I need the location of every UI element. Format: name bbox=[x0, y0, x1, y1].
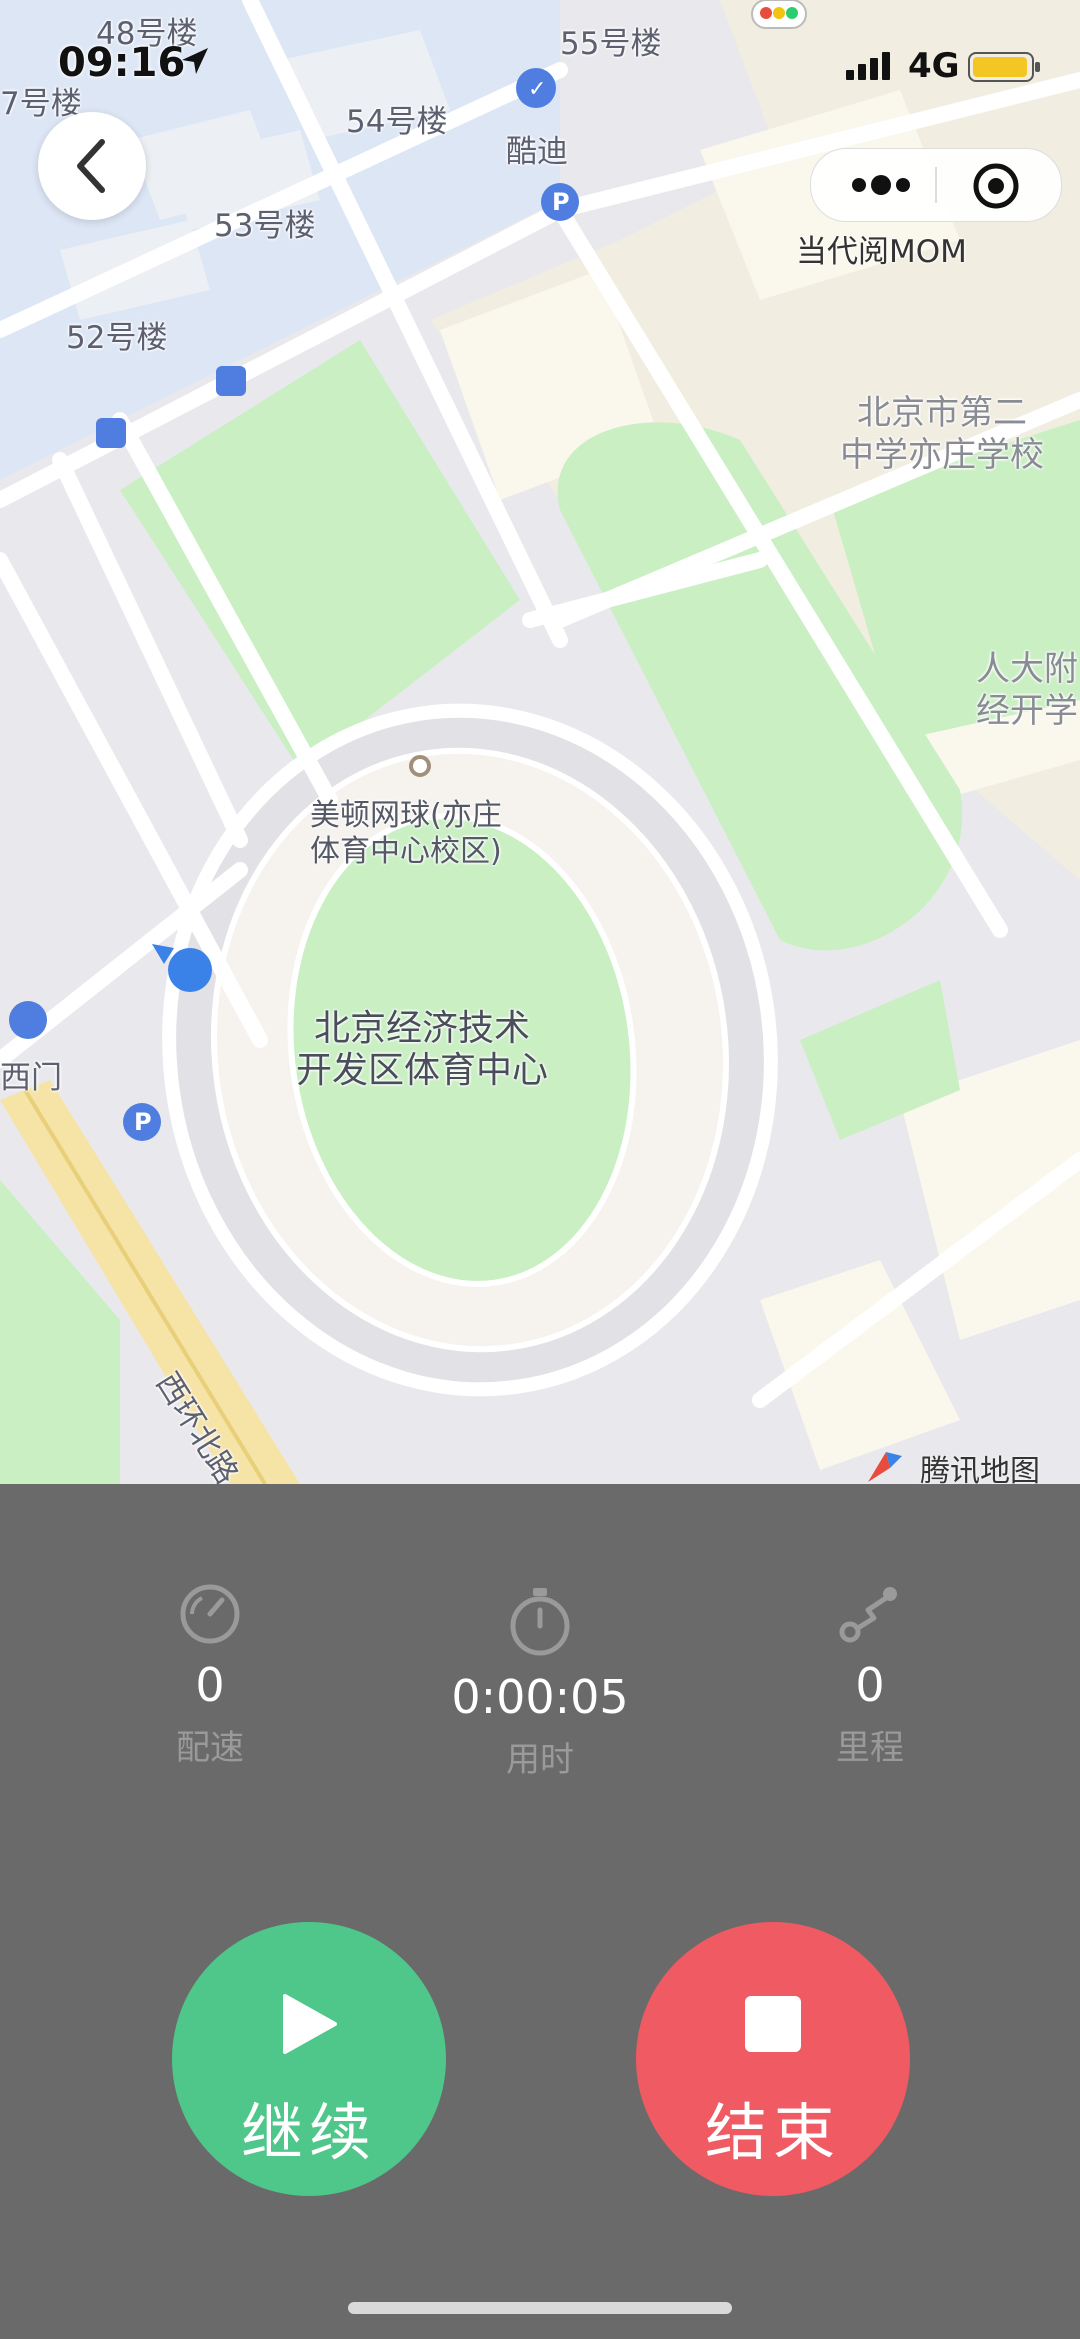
chevron-left-icon bbox=[77, 139, 105, 193]
map-label-stadium: 北京经济技术 开发区体育中心 bbox=[296, 1008, 548, 1092]
back-button[interactable] bbox=[38, 112, 146, 220]
map-label-stadium-line2: 开发区体育中心 bbox=[296, 1050, 549, 1091]
signal-icon bbox=[846, 52, 890, 80]
speedometer-icon bbox=[180, 1584, 240, 1644]
stat-duration: 0:00:05 用时 bbox=[390, 1586, 690, 1781]
end-button[interactable]: 结束 bbox=[636, 1922, 910, 2196]
miniprogram-capsule bbox=[810, 148, 1062, 222]
map-label-tennis: 美顿网球(亦庄 体育中心校区) bbox=[310, 798, 502, 870]
map-label-building-52: 52号楼 bbox=[66, 320, 168, 356]
map-label-kudi: 酷迪 bbox=[506, 134, 568, 170]
map-label-school-line2: 中学亦庄学校 bbox=[840, 435, 1044, 475]
play-icon bbox=[283, 1994, 337, 2054]
stat-pace: 0 配速 bbox=[60, 1582, 360, 1769]
map-label-tennis-line1: 美顿网球(亦庄 bbox=[310, 798, 502, 833]
continue-button-label: 继续 bbox=[240, 2096, 377, 2169]
stat-duration-label: 用时 bbox=[506, 1740, 574, 1780]
status-bar: 09:16 4G bbox=[0, 0, 1080, 130]
map-label-renda-line2: 经开学 bbox=[976, 691, 1078, 731]
map-canvas: ✓ P P bbox=[0, 0, 1080, 1484]
stopwatch-icon bbox=[510, 1588, 570, 1656]
stat-pace-label: 配速 bbox=[176, 1728, 244, 1768]
svg-text:P: P bbox=[134, 1108, 152, 1136]
map-label-school: 北京市第二 中学亦庄学校 bbox=[840, 392, 1044, 476]
current-location-icon bbox=[152, 944, 212, 992]
capsule-divider bbox=[935, 167, 937, 203]
map-label-west-gate: 西门 bbox=[0, 1060, 62, 1096]
end-button-label: 结束 bbox=[704, 2096, 841, 2169]
map-label-tennis-line2: 体育中心校区) bbox=[310, 834, 502, 869]
map-label-building-53: 53号楼 bbox=[214, 208, 316, 244]
route-icon bbox=[839, 1587, 897, 1643]
stop-icon bbox=[745, 1996, 801, 2052]
tencent-map-logo-icon bbox=[868, 1452, 902, 1482]
app-title: 当代阅MOM bbox=[796, 234, 967, 270]
map-label-renda-line1: 人大附 bbox=[976, 649, 1078, 689]
stat-pace-value: 0 bbox=[195, 1658, 225, 1712]
map-label-school-line1: 北京市第二 bbox=[857, 393, 1027, 433]
stat-duration-value: 0:00:05 bbox=[451, 1670, 629, 1724]
stat-distance-value: 0 bbox=[855, 1658, 885, 1712]
map-view[interactable]: ✓ P P 48号楼 7号楼 55号楼 54号楼 53号楼 52号楼 酷迪 北京… bbox=[0, 0, 1080, 1484]
continue-button[interactable]: 继续 bbox=[172, 1922, 446, 2196]
status-time: 09:16 bbox=[58, 40, 186, 86]
stat-distance-label: 里程 bbox=[836, 1728, 904, 1768]
close-target-icon[interactable] bbox=[971, 161, 1021, 211]
network-type: 4G bbox=[908, 46, 960, 86]
home-indicator[interactable] bbox=[348, 2302, 732, 2314]
battery-icon bbox=[968, 52, 1040, 82]
map-label-stadium-line1: 北京经济技术 bbox=[314, 1008, 531, 1049]
stat-distance: 0 里程 bbox=[720, 1582, 1020, 1769]
more-icon[interactable] bbox=[849, 165, 913, 205]
location-arrow-icon bbox=[182, 48, 208, 74]
map-label-renda: 人大附 经开学 bbox=[976, 648, 1078, 732]
svg-text:P: P bbox=[552, 188, 570, 216]
map-provider-label: 腾讯地图 bbox=[920, 1454, 1040, 1484]
